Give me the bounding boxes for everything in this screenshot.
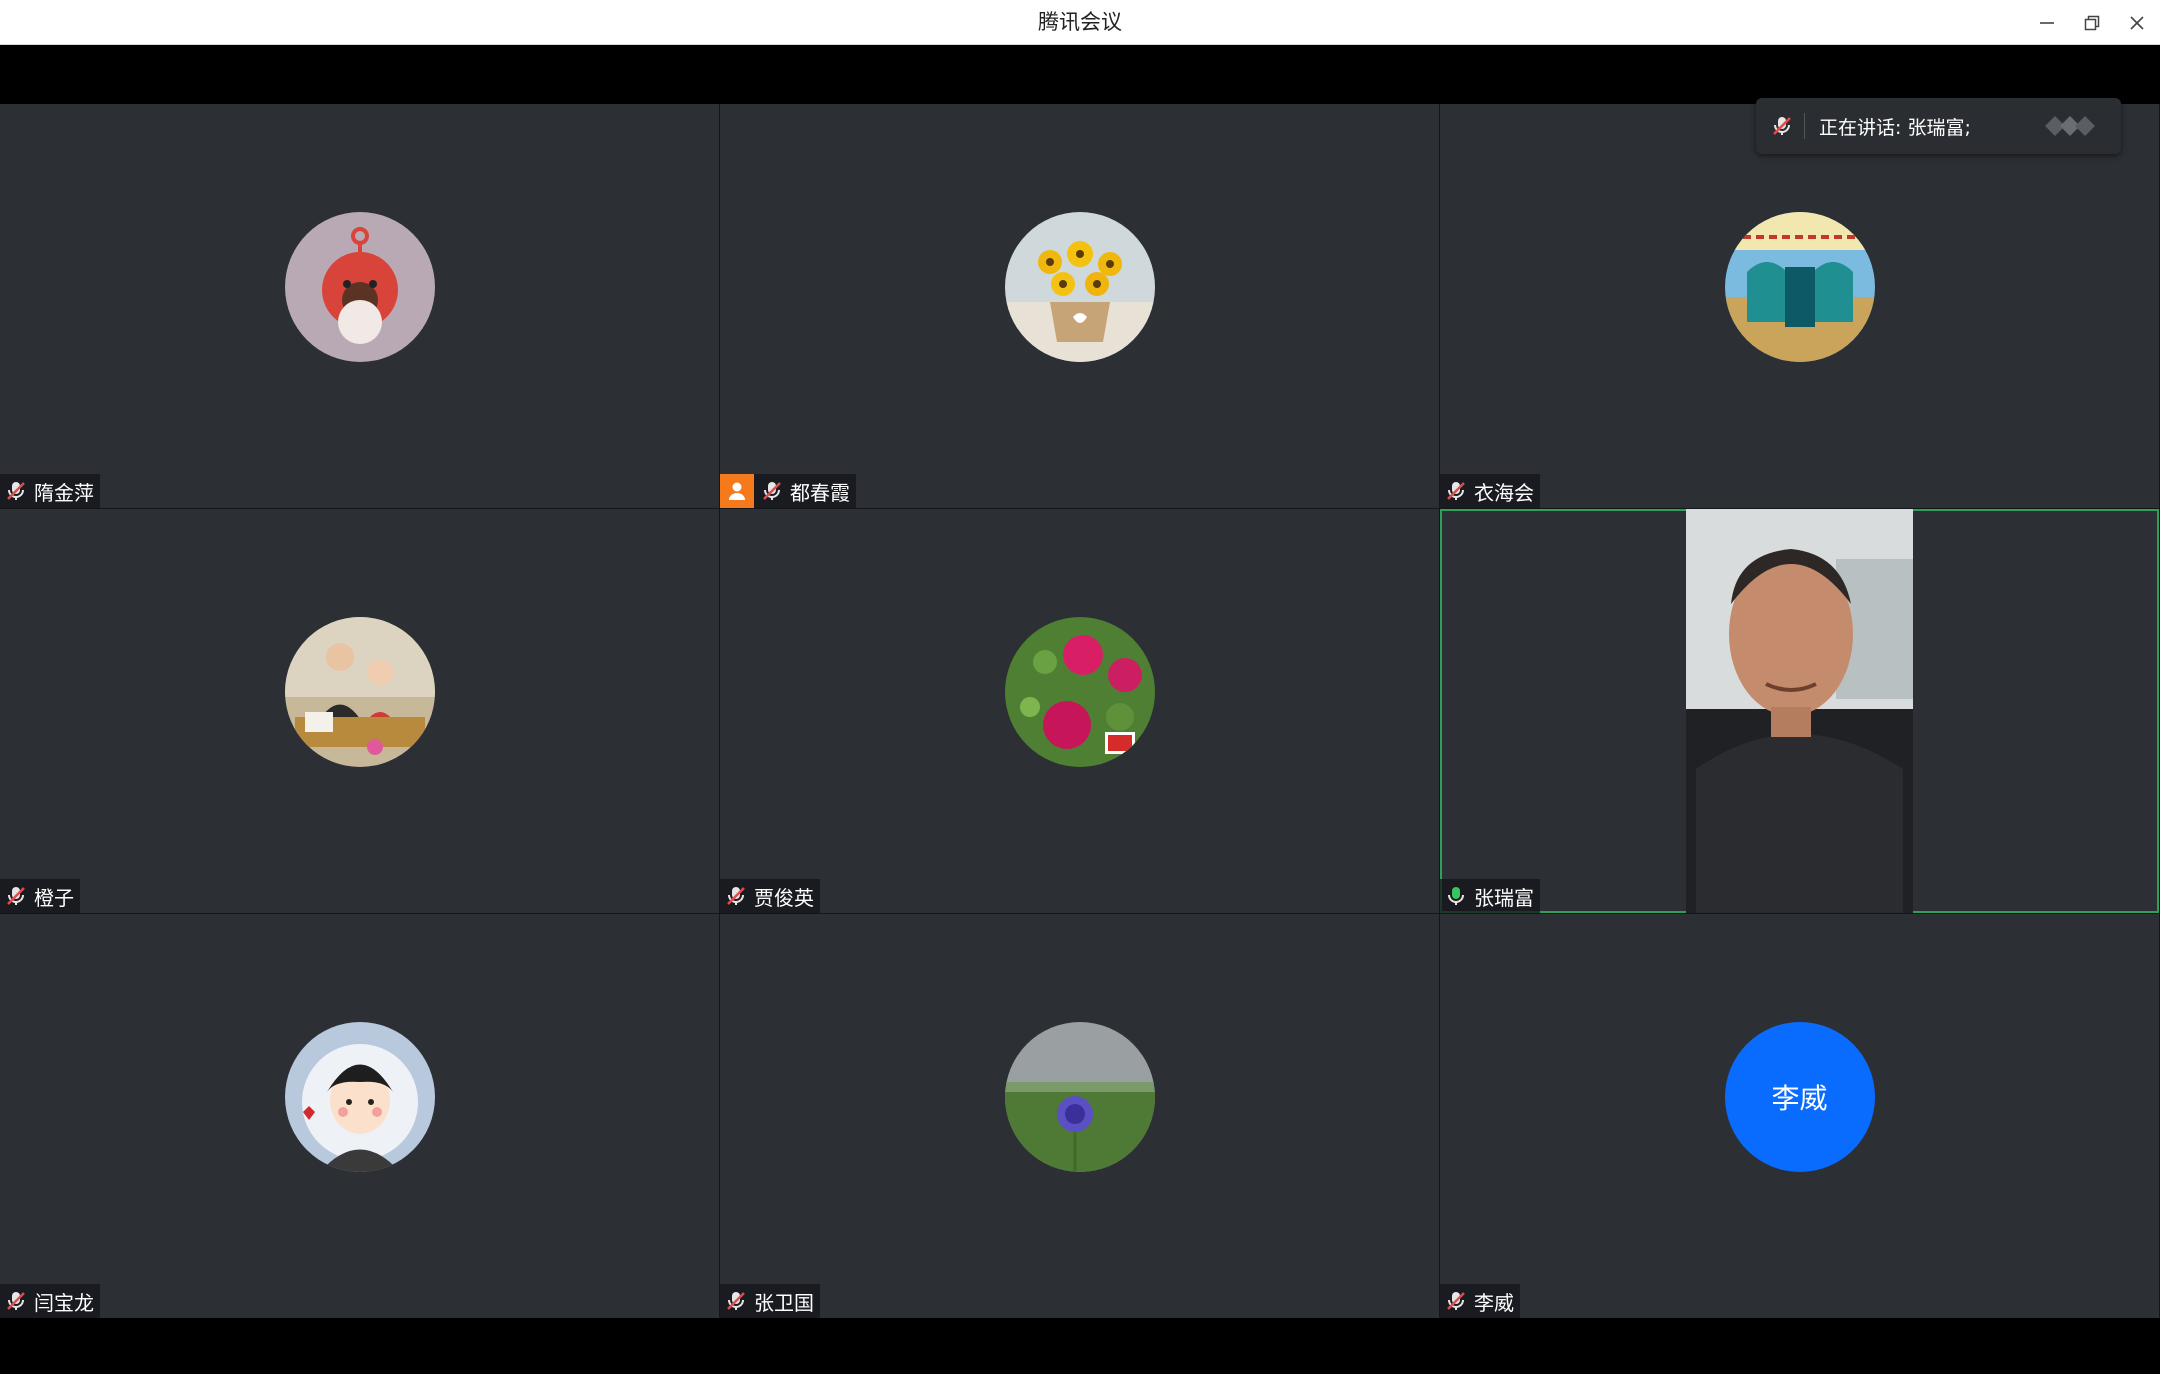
mic-active-icon[interactable] (1444, 884, 1468, 908)
mic-muted-icon[interactable] (724, 1289, 748, 1313)
participant-tile[interactable]: 橙子 (0, 509, 719, 913)
name-label: 衣海会 (1440, 474, 1540, 508)
restore-icon (2084, 15, 2100, 30)
participant-tile[interactable]: 贾俊英 (720, 509, 1439, 913)
avatar (1004, 617, 1155, 767)
participant-name: 衣海会 (1474, 480, 1534, 505)
name-label: 张卫国 (720, 1284, 820, 1318)
name-label: 闫宝龙 (0, 1284, 100, 1318)
participant-tile[interactable]: 闫宝龙 (0, 914, 719, 1318)
mic-muted-icon[interactable] (4, 1289, 28, 1313)
video-feed (1686, 509, 1913, 913)
grid-view-icon[interactable] (2035, 112, 2105, 140)
host-user-icon (729, 482, 745, 500)
name-label: 张瑞富 (1440, 879, 1540, 913)
avatar-initials: 李威 (1724, 1022, 1875, 1172)
participant-name: 隋金萍 (34, 480, 94, 505)
close-button[interactable] (2114, 0, 2160, 45)
mic-muted-icon[interactable] (1444, 1289, 1468, 1313)
name-label: 橙子 (0, 879, 80, 913)
participant-grid: 隋金萍 都春霞 衣海会 橙子 贾俊英 张瑞富 闫宝龙 张卫国 李威 李威 (0, 104, 2160, 1318)
participant-name: 张瑞富 (1474, 885, 1534, 910)
participant-tile[interactable]: 隋金萍 (0, 104, 719, 508)
participant-tile-active[interactable]: 张瑞富 (1440, 509, 2159, 913)
minimize-icon (2040, 21, 2054, 24)
mic-muted-icon[interactable] (724, 884, 748, 908)
mic-muted-icon[interactable] (760, 479, 784, 503)
participant-name: 贾俊英 (754, 885, 814, 910)
participant-tile[interactable]: 都春霞 (720, 104, 1439, 508)
avatar (1724, 212, 1875, 362)
participant-name: 李威 (1474, 1290, 1514, 1315)
participant-tile[interactable]: 衣海会 (1440, 104, 2159, 508)
mic-muted-icon[interactable] (1444, 479, 1468, 503)
participant-tile[interactable]: 李威 李威 (1440, 914, 2159, 1318)
avatar (1004, 1022, 1155, 1172)
name-label: 贾俊英 (720, 879, 820, 913)
name-label: 都春霞 (720, 474, 856, 508)
name-label: 李威 (1440, 1284, 1520, 1318)
host-badge (720, 474, 754, 508)
mic-muted-icon (1773, 117, 1791, 135)
participant-tile[interactable]: 张卫国 (720, 914, 1439, 1318)
restore-button[interactable] (2069, 0, 2115, 45)
close-icon (2130, 15, 2144, 30)
mic-muted-icon[interactable] (4, 479, 28, 503)
avatar (284, 1022, 435, 1172)
minimize-button[interactable] (2024, 0, 2070, 45)
avatar (284, 617, 435, 767)
participant-name: 闫宝龙 (34, 1290, 94, 1315)
title-bar: 腾讯会议 (0, 0, 2160, 45)
name-label: 隋金萍 (0, 474, 100, 508)
divider (1804, 113, 1805, 139)
participant-name: 张卫国 (754, 1290, 814, 1315)
avatar (284, 212, 435, 362)
speaking-indicator[interactable]: 正在讲话: 张瑞富; (1756, 98, 2121, 154)
mic-muted-icon[interactable] (4, 884, 28, 908)
speaking-text: 正在讲话: 张瑞富; (1819, 116, 1971, 139)
avatar (1004, 212, 1155, 362)
participant-name: 都春霞 (790, 480, 850, 505)
window-title: 腾讯会议 (1038, 10, 1122, 34)
participant-name: 橙子 (34, 885, 74, 910)
